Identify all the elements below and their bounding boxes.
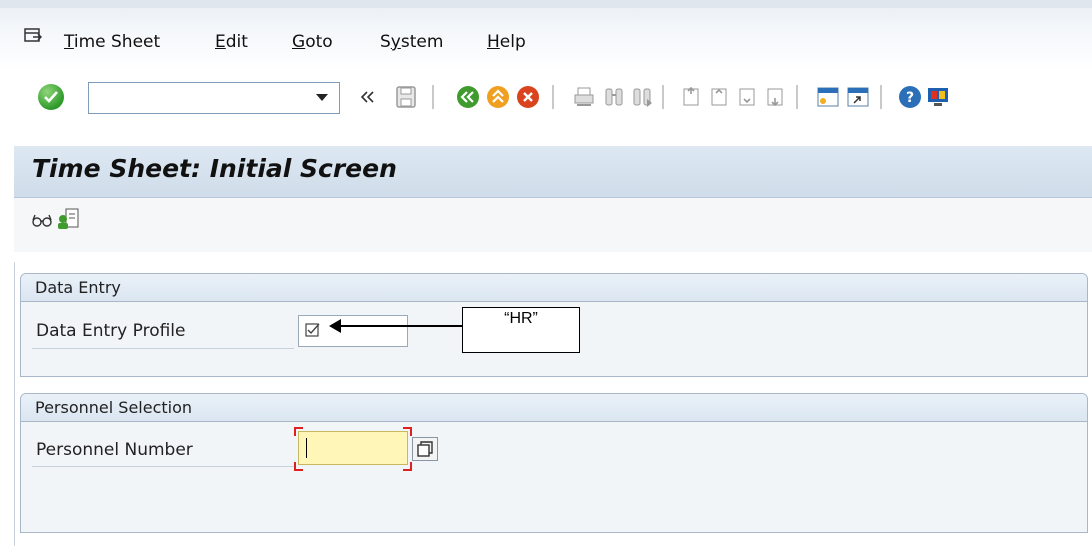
menu-bar: Time Sheet Edit Goto System Help xyxy=(0,0,1092,72)
last-page-icon[interactable] xyxy=(764,85,788,109)
page-title: Time Sheet: Initial Screen xyxy=(32,154,397,183)
save-icon[interactable] xyxy=(394,85,418,109)
previous-page-icon[interactable] xyxy=(708,85,732,109)
shortcut-icon[interactable] xyxy=(846,85,870,109)
window-top-strip xyxy=(0,0,1092,8)
menu-time-sheet[interactable]: Time Sheet xyxy=(64,32,160,52)
next-page-icon[interactable] xyxy=(736,85,760,109)
application-toolbar xyxy=(14,198,1092,252)
back-icon[interactable] xyxy=(456,85,480,109)
command-dropdown-icon[interactable] xyxy=(316,94,328,101)
copy-icon xyxy=(417,441,433,457)
toolbar-separator xyxy=(662,85,664,109)
label-underline xyxy=(32,466,294,467)
help-icon[interactable]: ? xyxy=(898,85,922,109)
menu-help[interactable]: Help xyxy=(487,32,526,52)
multiple-selection-button[interactable] xyxy=(412,437,438,461)
annotation-arrow-line xyxy=(340,325,462,327)
menu-edit[interactable]: Edit xyxy=(215,32,248,52)
find-icon[interactable] xyxy=(602,85,626,109)
svg-text:?: ? xyxy=(906,90,914,106)
possible-entries-icon[interactable] xyxy=(305,322,321,338)
back-double-arrow-icon[interactable] xyxy=(358,88,376,106)
toolbar-separator xyxy=(880,85,882,109)
create-session-icon[interactable] xyxy=(816,85,840,109)
focus-corner xyxy=(403,462,412,471)
enter-icon[interactable] xyxy=(38,84,64,110)
print-icon[interactable] xyxy=(572,85,596,109)
menu-system[interactable]: System xyxy=(380,32,443,52)
toolbar-separator xyxy=(552,85,554,109)
org-assignment-icon[interactable] xyxy=(56,207,80,231)
personnel-number-label: Personnel Number xyxy=(36,440,193,460)
data-entry-heading: Data Entry xyxy=(21,274,1087,302)
focus-corner xyxy=(294,427,303,436)
annotation-arrow-head xyxy=(329,319,341,333)
customize-layout-icon[interactable] xyxy=(926,85,950,109)
focus-corner xyxy=(294,462,303,471)
exit-icon[interactable] xyxy=(486,85,510,109)
data-entry-profile-field[interactable] xyxy=(298,315,408,347)
cancel-icon[interactable] xyxy=(516,85,540,109)
glasses-icon[interactable] xyxy=(32,212,52,228)
menu-goto[interactable]: Goto xyxy=(292,32,333,52)
data-entry-profile-label: Data Entry Profile xyxy=(36,321,186,341)
focus-corner xyxy=(403,427,412,436)
menu-exit-icon[interactable] xyxy=(24,28,42,44)
annotation-callout: “HR” xyxy=(462,307,580,353)
personnel-selection-heading: Personnel Selection xyxy=(21,394,1087,422)
personnel-number-field[interactable] xyxy=(298,431,408,465)
find-next-icon[interactable] xyxy=(630,85,654,109)
label-underline xyxy=(32,348,294,349)
toolbar-separator xyxy=(796,85,798,109)
toolbar-separator xyxy=(432,85,434,109)
personnel-selection-group: Personnel Selection xyxy=(20,393,1088,533)
text-caret xyxy=(306,438,307,458)
command-field[interactable] xyxy=(88,82,340,114)
first-page-icon[interactable] xyxy=(680,85,704,109)
